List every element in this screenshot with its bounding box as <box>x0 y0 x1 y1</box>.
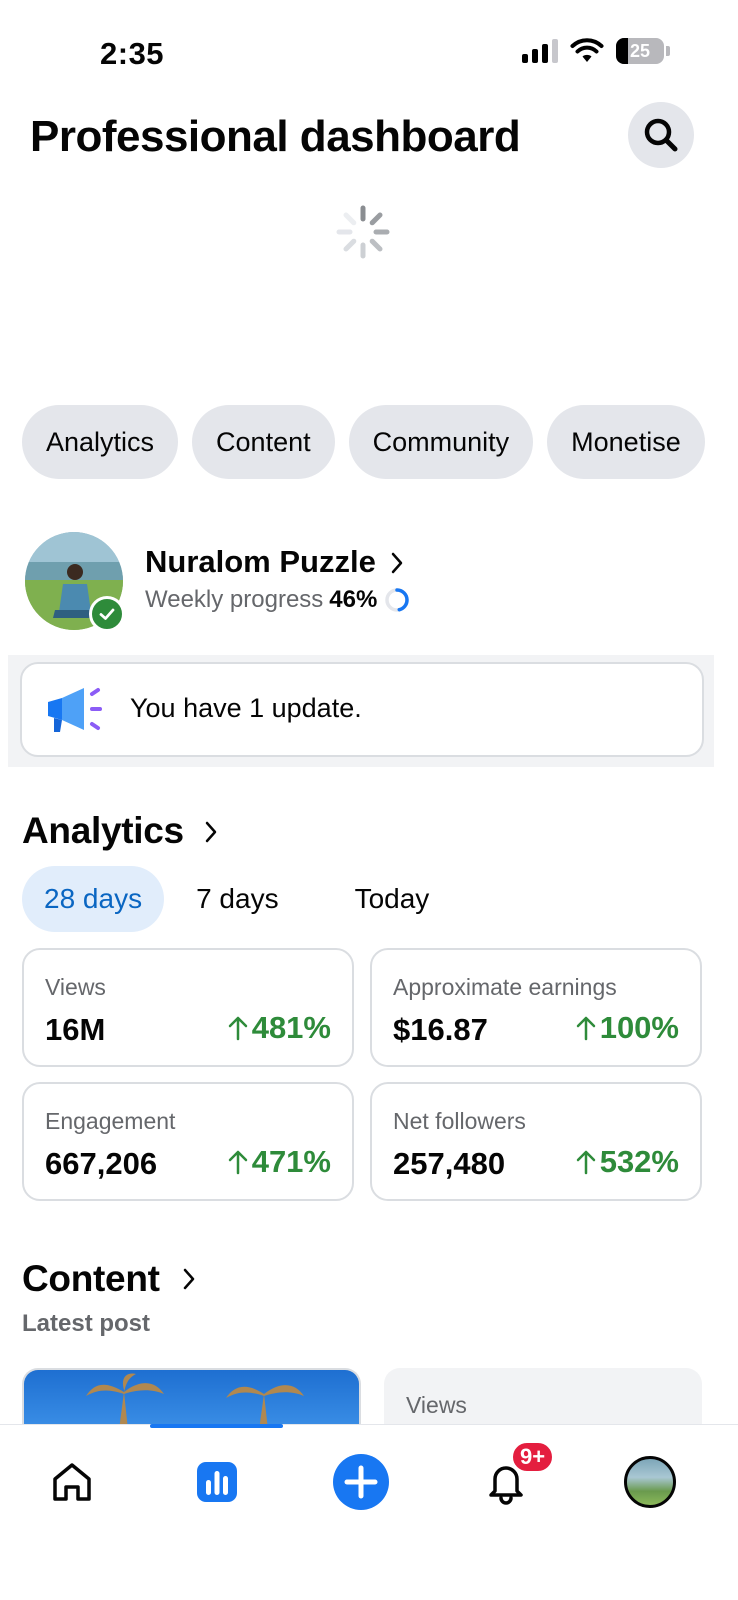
latest-post-thumbnail[interactable] <box>22 1368 361 1428</box>
latest-post-views-card[interactable]: Views <box>384 1368 702 1428</box>
arrow-up-icon <box>228 1150 247 1175</box>
metric-label: Approximate earnings <box>393 974 617 1000</box>
metric-card-earnings[interactable]: Approximate earnings $16.87 100% <box>370 948 702 1067</box>
bottom-nav <box>0 1424 738 1600</box>
latest-post-label: Latest post <box>22 1310 151 1337</box>
post-views-label: Views <box>406 1392 467 1418</box>
weekly-progress-label: Weekly progress <box>145 586 324 613</box>
battery-icon: 25 <box>616 38 664 64</box>
metric-card-views[interactable]: Views 16M 481% <box>22 948 354 1067</box>
section-chips: Analytics Content Community Monetise <box>22 405 705 479</box>
search-icon <box>644 118 678 152</box>
nav-home[interactable] <box>37 1447 107 1517</box>
chevron-right-icon <box>391 552 403 574</box>
palm-tree-image <box>86 1373 304 1428</box>
update-text: You have 1 update. <box>130 693 362 723</box>
profile-name[interactable]: Nuralom Puzzle <box>145 544 376 580</box>
search-button[interactable] <box>628 102 694 168</box>
weekly-progress: Weekly progress 46% <box>145 586 411 614</box>
metric-value: 16M <box>45 1012 106 1047</box>
range-tabs: 28 days 7 days Today <box>22 866 451 932</box>
chevron-right-icon <box>183 1268 195 1290</box>
metric-value: 257,480 <box>393 1146 506 1181</box>
nav-profile[interactable] <box>615 1447 685 1517</box>
metric-change: 100% <box>576 1010 679 1046</box>
metric-change: 532% <box>576 1144 679 1180</box>
notification-badge: 9+ <box>510 1440 556 1474</box>
profile-avatar <box>624 1456 676 1508</box>
tab-28-days[interactable]: 28 days <box>22 866 165 932</box>
tab-today[interactable]: Today <box>333 866 452 932</box>
chevron-right-icon <box>205 821 217 843</box>
nav-dashboard[interactable] <box>182 1447 252 1517</box>
metric-change: 471% <box>228 1144 331 1180</box>
verified-check-icon <box>89 596 125 632</box>
wifi-icon <box>570 38 604 62</box>
metric-label: Views <box>45 974 106 1000</box>
tab-7-days[interactable]: 7 days <box>174 866 301 932</box>
analytics-title[interactable]: Analytics <box>22 810 184 852</box>
metric-card-engagement[interactable]: Engagement 667,206 471% <box>22 1082 354 1201</box>
metric-label: Engagement <box>45 1108 176 1134</box>
chip-analytics[interactable]: Analytics <box>22 405 179 479</box>
weekly-progress-value: 46% <box>329 586 378 613</box>
active-tab-indicator <box>150 1424 283 1428</box>
metric-value: $16.87 <box>393 1012 488 1047</box>
metric-change-value: 100% <box>599 1010 679 1045</box>
chip-content[interactable]: Content <box>192 405 335 479</box>
loading-spinner-icon <box>336 205 390 259</box>
status-icons: 25 <box>522 38 670 64</box>
chip-monetise[interactable]: Monetise <box>547 405 705 479</box>
metric-change-value: 532% <box>599 1144 679 1179</box>
update-card[interactable] <box>20 662 704 757</box>
status-time: 2:35 <box>100 36 165 71</box>
metric-label: Net followers <box>393 1108 526 1134</box>
metric-change-value: 481% <box>251 1010 331 1045</box>
home-icon <box>53 1463 91 1501</box>
megaphone-icon <box>48 688 102 732</box>
metric-change: 481% <box>228 1010 331 1046</box>
create-icon <box>333 1454 389 1510</box>
arrow-up-icon <box>576 1016 595 1041</box>
battery-level: 25 <box>629 40 651 61</box>
metric-change-value: 471% <box>251 1144 331 1179</box>
page-title: Professional dashboard <box>30 112 521 161</box>
arrow-up-icon <box>228 1016 247 1041</box>
arrow-up-icon <box>576 1150 595 1175</box>
chip-community[interactable]: Community <box>348 405 534 479</box>
nav-create[interactable] <box>326 1447 396 1517</box>
metric-value: 667,206 <box>45 1146 158 1181</box>
cellular-signal-icon <box>522 39 558 63</box>
dashboard-icon <box>197 1462 237 1502</box>
progress-ring-icon <box>385 588 410 612</box>
content-title[interactable]: Content <box>22 1258 160 1300</box>
metric-card-net-followers[interactable]: Net followers 257,480 532% <box>370 1082 702 1201</box>
status-bar: 2:35 25 <box>0 0 738 100</box>
